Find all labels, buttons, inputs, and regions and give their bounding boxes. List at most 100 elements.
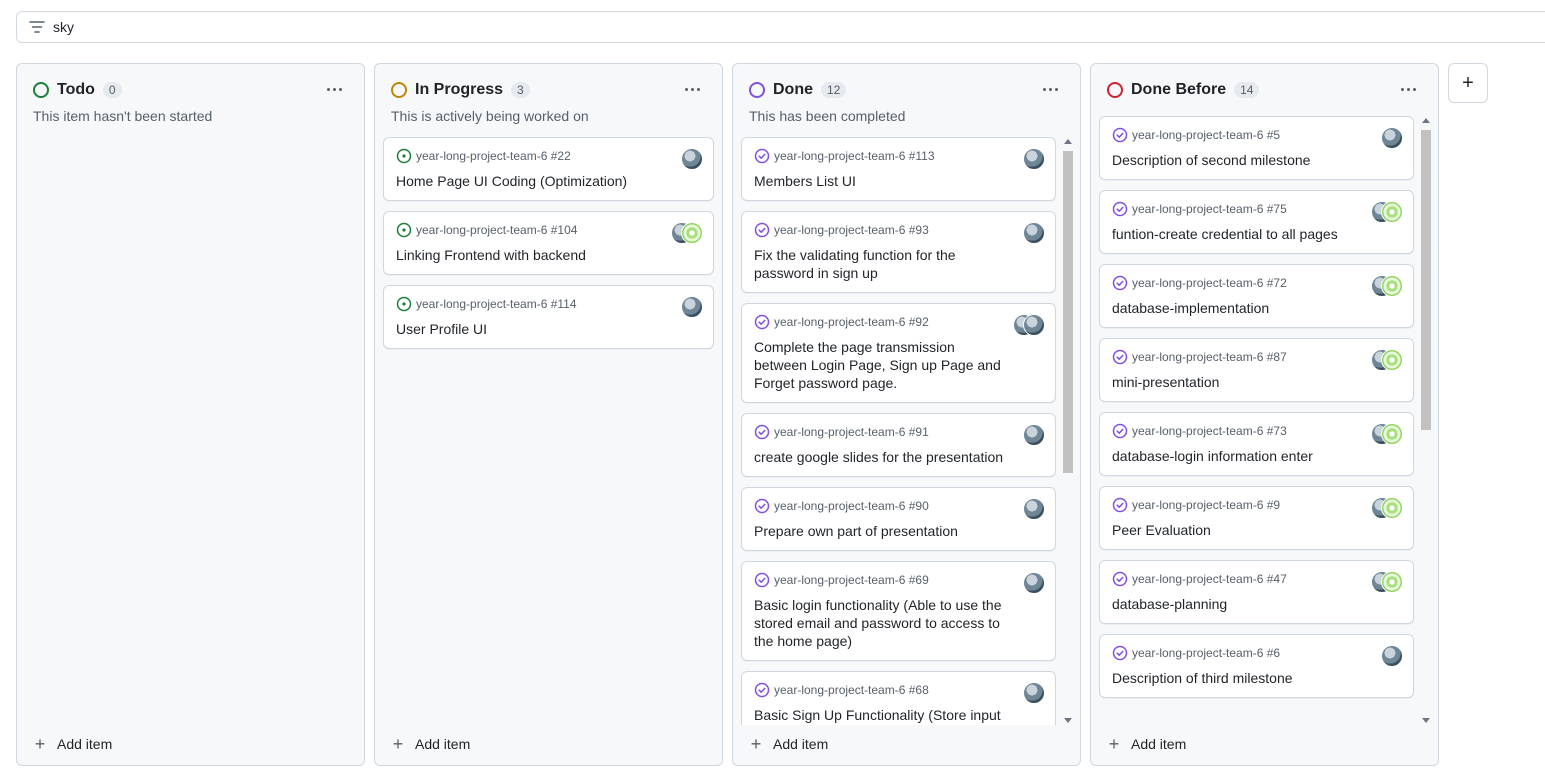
scroll-down-icon[interactable] (1064, 718, 1072, 723)
card-ref-text[interactable]: year-long-project-team-6 #92 (774, 315, 929, 329)
column-scrollbar[interactable] (1420, 116, 1432, 725)
card-ref-text[interactable]: year-long-project-team-6 #113 (774, 149, 935, 163)
card-title[interactable]: Home Page UI Coding (Optimization) (396, 172, 701, 190)
card-title[interactable]: Prepare own part of presentation (754, 522, 1043, 540)
card-title[interactable]: funtion-create credential to all pages (1112, 225, 1401, 243)
card-ref-text[interactable]: year-long-project-team-6 #68 (774, 683, 929, 697)
add-item-label: Add item (57, 736, 113, 752)
add-item-button[interactable]: + Add item (33, 733, 113, 755)
issue-closed-icon (1112, 127, 1128, 143)
card-ref-text[interactable]: year-long-project-team-6 #6 (1132, 646, 1280, 660)
card-ref-text[interactable]: year-long-project-team-6 #9 (1132, 498, 1280, 512)
scroll-up-icon[interactable] (1422, 118, 1430, 123)
column-menu-button[interactable] (678, 77, 706, 101)
card-ref-text[interactable]: year-long-project-team-6 #93 (774, 223, 929, 237)
avatar[interactable] (1023, 572, 1045, 594)
scroll-down-icon[interactable] (1422, 718, 1430, 723)
column-scrollbar[interactable] (1062, 137, 1074, 725)
column-menu-button[interactable] (1394, 77, 1422, 101)
card-ref-text[interactable]: year-long-project-team-6 #91 (774, 425, 929, 439)
card-ref-text[interactable]: year-long-project-team-6 #87 (1132, 350, 1287, 364)
avatar[interactable] (1381, 571, 1403, 593)
card-title[interactable]: Linking Frontend with backend (396, 246, 701, 264)
card-ref-text[interactable]: year-long-project-team-6 #114 (416, 297, 577, 311)
avatar[interactable] (1023, 498, 1045, 520)
issue-card[interactable]: year-long-project-team-6 #6 Description … (1099, 634, 1414, 698)
card-ref-text[interactable]: year-long-project-team-6 #5 (1132, 128, 1280, 142)
avatar[interactable] (1381, 645, 1403, 667)
scrollbar-thumb[interactable] (1063, 151, 1073, 473)
card-title[interactable]: database-implementation (1112, 299, 1401, 317)
avatar[interactable] (1381, 127, 1403, 149)
issue-card[interactable]: year-long-project-team-6 #93 Fix the val… (741, 211, 1056, 293)
card-title[interactable]: create google slides for the presentatio… (754, 448, 1043, 466)
card-title[interactable]: Basic Sign Up Functionality (Store input… (754, 706, 1043, 725)
card-ref-text[interactable]: year-long-project-team-6 #90 (774, 499, 929, 513)
avatar[interactable] (1023, 148, 1045, 170)
issue-card[interactable]: year-long-project-team-6 #22 Home Page U… (383, 137, 714, 201)
avatar[interactable] (681, 296, 703, 318)
card-reference: year-long-project-team-6 #5 (1112, 127, 1401, 143)
issue-card[interactable]: year-long-project-team-6 #91 create goog… (741, 413, 1056, 477)
card-ref-text[interactable]: year-long-project-team-6 #72 (1132, 276, 1287, 290)
avatar[interactable] (1381, 201, 1403, 223)
avatar[interactable] (1023, 222, 1045, 244)
avatar[interactable] (681, 148, 703, 170)
avatar[interactable] (1381, 497, 1403, 519)
issue-closed-icon (1112, 275, 1128, 291)
card-title[interactable]: Peer Evaluation (1112, 521, 1401, 539)
card-title[interactable]: User Profile UI (396, 320, 701, 338)
column-menu-button[interactable] (320, 77, 348, 101)
assignees (1023, 148, 1045, 170)
column-menu-button[interactable] (1036, 77, 1064, 101)
avatar[interactable] (1381, 423, 1403, 445)
card-title[interactable]: mini-presentation (1112, 373, 1401, 391)
card-title[interactable]: Fix the validating function for the pass… (754, 246, 1043, 282)
issue-card[interactable]: year-long-project-team-6 #9 Peer Evaluat… (1099, 486, 1414, 550)
column-title: Todo (57, 81, 95, 98)
card-ref-text[interactable]: year-long-project-team-6 #47 (1132, 572, 1287, 586)
issue-card[interactable]: year-long-project-team-6 #73 database-lo… (1099, 412, 1414, 476)
card-ref-text[interactable]: year-long-project-team-6 #73 (1132, 424, 1287, 438)
issue-card[interactable]: year-long-project-team-6 #47 database-pl… (1099, 560, 1414, 624)
card-ref-text[interactable]: year-long-project-team-6 #75 (1132, 202, 1287, 216)
issue-card[interactable]: year-long-project-team-6 #72 database-im… (1099, 264, 1414, 328)
issue-card[interactable]: year-long-project-team-6 #69 Basic login… (741, 561, 1056, 661)
card-title[interactable]: Description of second milestone (1112, 151, 1401, 169)
scrollbar-thumb[interactable] (1421, 130, 1431, 430)
scroll-up-icon[interactable] (1064, 139, 1072, 144)
avatar[interactable] (1023, 682, 1045, 704)
card-ref-text[interactable]: year-long-project-team-6 #69 (774, 573, 929, 587)
assignees (1371, 275, 1403, 297)
assignees (1371, 497, 1403, 519)
add-item-button[interactable]: + Add item (391, 733, 471, 755)
issue-card[interactable]: year-long-project-team-6 #114 User Profi… (383, 285, 714, 349)
add-column-button[interactable]: + (1448, 63, 1488, 103)
card-title[interactable]: Basic login functionality (Able to use t… (754, 596, 1043, 650)
add-item-button[interactable]: + Add item (749, 733, 829, 755)
card-ref-text[interactable]: year-long-project-team-6 #22 (416, 149, 571, 163)
issue-card[interactable]: year-long-project-team-6 #75 funtion-cre… (1099, 190, 1414, 254)
avatar[interactable] (1023, 314, 1045, 336)
issue-card[interactable]: year-long-project-team-6 #92 Complete th… (741, 303, 1056, 403)
column-header: In Progress 3 (391, 79, 706, 101)
issue-card[interactable]: year-long-project-team-6 #68 Basic Sign … (741, 671, 1056, 725)
card-title[interactable]: database-planning (1112, 595, 1401, 613)
filter-bar[interactable]: sky (16, 11, 1545, 43)
card-title[interactable]: Description of third milestone (1112, 669, 1401, 687)
add-item-button[interactable]: + Add item (1107, 733, 1187, 755)
card-title[interactable]: Members List UI (754, 172, 1043, 190)
avatar[interactable] (1381, 349, 1403, 371)
issue-card[interactable]: year-long-project-team-6 #5 Description … (1099, 116, 1414, 180)
issue-card[interactable]: year-long-project-team-6 #87 mini-presen… (1099, 338, 1414, 402)
avatar[interactable] (1023, 424, 1045, 446)
avatar[interactable] (1381, 275, 1403, 297)
issue-card[interactable]: year-long-project-team-6 #104 Linking Fr… (383, 211, 714, 275)
card-title[interactable]: database-login information enter (1112, 447, 1401, 465)
avatar[interactable] (681, 222, 703, 244)
filter-query[interactable]: sky (53, 19, 74, 35)
card-ref-text[interactable]: year-long-project-team-6 #104 (416, 223, 577, 237)
card-title[interactable]: Complete the page transmission between L… (754, 338, 1043, 392)
issue-card[interactable]: year-long-project-team-6 #113 Members Li… (741, 137, 1056, 201)
issue-card[interactable]: year-long-project-team-6 #90 Prepare own… (741, 487, 1056, 551)
